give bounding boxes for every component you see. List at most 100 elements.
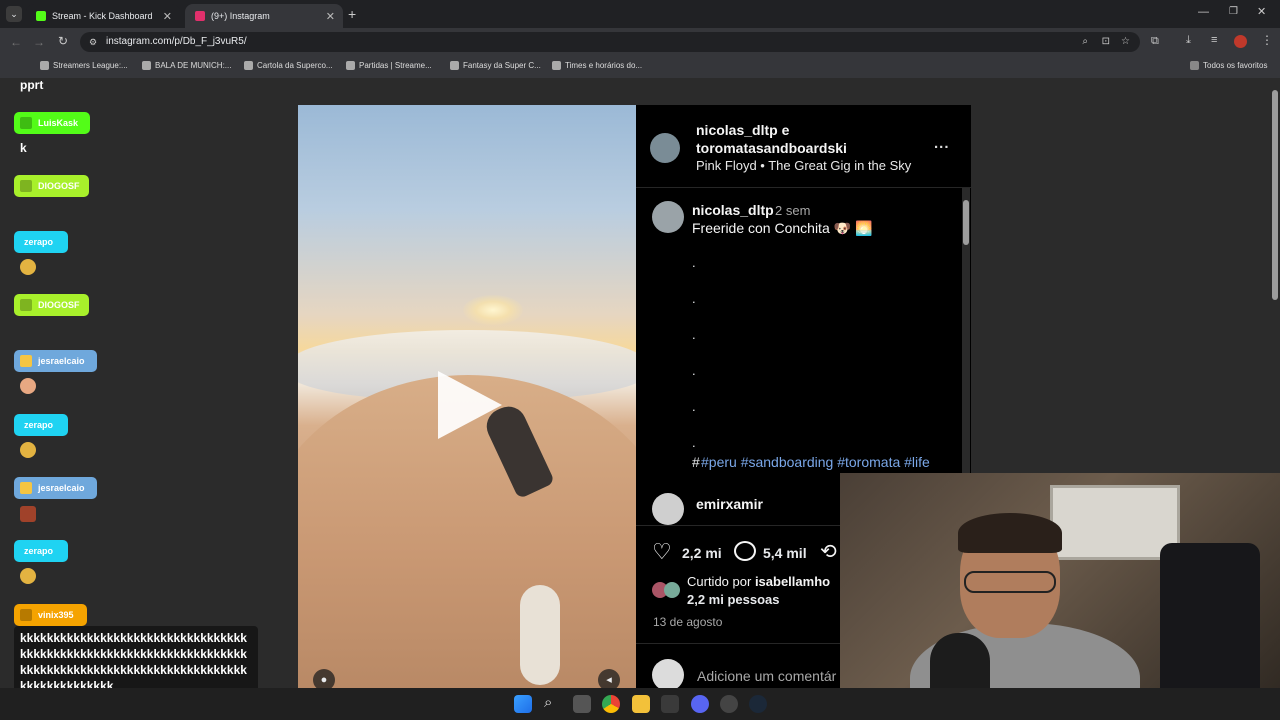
tab-list-button[interactable]: ⌄ xyxy=(6,6,22,22)
bookmark-favicon-icon xyxy=(40,61,49,70)
emote-icon xyxy=(20,442,36,458)
streamer-hair xyxy=(958,513,1062,553)
back-icon[interactable]: ← xyxy=(10,35,22,49)
tab-label: Stream - Kick Dashboard xyxy=(52,11,153,21)
bookmark-item[interactable]: Partidas | Streame... xyxy=(346,61,432,70)
header-line2[interactable]: toromatasandboardski xyxy=(696,140,847,156)
emote-icon xyxy=(20,378,36,394)
media-icon[interactable]: ≡ xyxy=(1211,34,1217,46)
zoom-icon[interactable]: ⌕ xyxy=(1082,32,1088,52)
bookmark-item[interactable]: Cartola da Superco... xyxy=(244,61,333,70)
downloads-icon[interactable]: ⤓ xyxy=(1186,34,1191,47)
bookmark-item[interactable]: BALA DE MUNICH:... xyxy=(142,61,231,70)
bookmark-favicon-icon xyxy=(244,61,253,70)
chat-username-chip: jesraelcaio xyxy=(14,477,97,499)
minimize-button[interactable]: — xyxy=(1198,6,1209,18)
bookmark-favicon-icon xyxy=(552,61,561,70)
emote-icon xyxy=(20,506,36,522)
menu-icon[interactable]: ⋮ xyxy=(1261,33,1273,47)
restore-button[interactable]: ❐ xyxy=(1229,6,1238,17)
caption-username[interactable]: nicolas_dltp xyxy=(692,202,774,218)
chat-username-chip: LuisKask xyxy=(14,112,90,134)
reel-video[interactable]: ● ◂ xyxy=(298,105,636,688)
close-window-button[interactable]: ✕ xyxy=(1257,5,1266,18)
reload-icon[interactable]: ↻ xyxy=(58,34,68,48)
badge-icon xyxy=(20,117,32,129)
windows-start-icon[interactable] xyxy=(514,695,532,713)
play-icon[interactable] xyxy=(438,371,502,439)
caption-dot: . xyxy=(692,327,696,342)
tab-label: (9+) Instagram xyxy=(211,11,270,21)
forward-icon[interactable]: → xyxy=(33,35,45,49)
glasses xyxy=(964,571,1056,593)
profile-avatar[interactable] xyxy=(1234,35,1247,48)
caption-text: Freeride con Conchita 🐶 🌅 xyxy=(692,220,873,236)
bookmarks-bar: Streamers League:... BALA DE MUNICH:... … xyxy=(0,56,1280,78)
task-view-icon[interactable] xyxy=(573,695,591,713)
chat-top-label: pprt xyxy=(20,78,44,92)
badge-icon xyxy=(20,609,32,621)
liker-avatar xyxy=(664,582,680,598)
discord-icon[interactable] xyxy=(691,695,709,713)
install-icon[interactable]: ⊡ xyxy=(1102,32,1110,52)
instagram-icon xyxy=(195,11,205,21)
new-tab-button[interactable]: + xyxy=(348,6,356,22)
xbox-icon[interactable] xyxy=(661,695,679,713)
tab-kick-dashboard[interactable]: Stream - Kick Dashboard ✕ xyxy=(26,4,180,28)
comment-username[interactable]: emirxamir xyxy=(696,496,763,512)
close-tab-icon[interactable]: ✕ xyxy=(163,10,172,23)
volume-icon[interactable]: ◂ xyxy=(598,669,620,688)
address-bar[interactable]: ⚙ instagram.com/p/Db_F_j3vuR5/ ⌕ ⊡ ☆ xyxy=(80,32,1140,52)
post-date[interactable]: 13 de agosto xyxy=(653,615,722,629)
audio-track[interactable]: Pink Floyd • The Great Gig in the Sky xyxy=(696,158,911,173)
bookmark-favicon-icon xyxy=(142,61,151,70)
bookmark-item[interactable]: Fantasy da Super C... xyxy=(450,61,541,70)
like-icon[interactable]: ♡ xyxy=(652,539,672,565)
author-avatar[interactable] xyxy=(650,133,680,163)
tab-instagram[interactable]: (9+) Instagram ✕ xyxy=(185,4,343,28)
extensions-icon[interactable]: ⧉ xyxy=(1151,35,1159,48)
bookmark-star-icon[interactable]: ☆ xyxy=(1121,32,1130,52)
close-tab-icon[interactable]: ✕ xyxy=(326,10,335,23)
chat-username-chip: jesraelcaio xyxy=(14,350,97,372)
more-options-icon[interactable]: ... xyxy=(934,135,950,152)
search-icon[interactable]: ⌕ xyxy=(544,694,552,711)
chrome-icon[interactable] xyxy=(602,695,620,713)
caption-dot: . xyxy=(692,435,696,450)
app-icon[interactable] xyxy=(720,695,738,713)
repost-icon[interactable]: ⟲ xyxy=(820,539,837,564)
like-count: 2,2 mi xyxy=(682,545,722,561)
user-tag-icon[interactable]: ● xyxy=(313,669,335,688)
chat-username-chip: zerapo xyxy=(14,414,68,436)
comment-count: 5,4 mil xyxy=(763,545,807,561)
hash-mark: # xyxy=(692,454,700,470)
bookmark-item[interactable]: Streamers League:... xyxy=(40,61,128,70)
page-scroll-thumb[interactable] xyxy=(1272,90,1278,300)
badge-icon xyxy=(20,482,32,494)
emote-icon xyxy=(20,568,36,584)
add-comment-input[interactable]: Adicione um comentár xyxy=(697,668,836,684)
comment-icon[interactable] xyxy=(734,541,756,561)
chat-username-chip: DIOGOSF xyxy=(14,175,89,197)
liked-by-line: Curtido por isabellamho xyxy=(687,574,831,589)
steam-icon[interactable] xyxy=(749,695,767,713)
caption-avatar[interactable] xyxy=(652,201,684,233)
dog xyxy=(520,585,560,685)
emote-icon xyxy=(20,259,36,275)
header-line1[interactable]: nicolas_dltp e xyxy=(696,122,789,138)
bookmark-item[interactable]: Times e horários do... xyxy=(552,61,642,70)
comment-avatar[interactable] xyxy=(652,493,684,525)
comments-scroll-thumb[interactable] xyxy=(963,200,969,245)
hashtags[interactable]: #peru #sandboarding #toromata #life xyxy=(701,454,930,470)
file-explorer-icon[interactable] xyxy=(632,695,650,713)
sun xyxy=(463,295,523,325)
caption-dot: . xyxy=(692,291,696,306)
folder-icon xyxy=(1190,61,1199,70)
chat-username-chip: DIOGOSF xyxy=(14,294,89,316)
site-info-icon[interactable]: ⚙ xyxy=(89,32,97,52)
bookmark-favicon-icon xyxy=(346,61,355,70)
divider xyxy=(636,187,971,188)
liked-count[interactable]: 2,2 mi pessoas xyxy=(687,592,780,607)
all-bookmarks[interactable]: Todos os favoritos xyxy=(1190,61,1267,70)
caption-dot: . xyxy=(692,255,696,270)
